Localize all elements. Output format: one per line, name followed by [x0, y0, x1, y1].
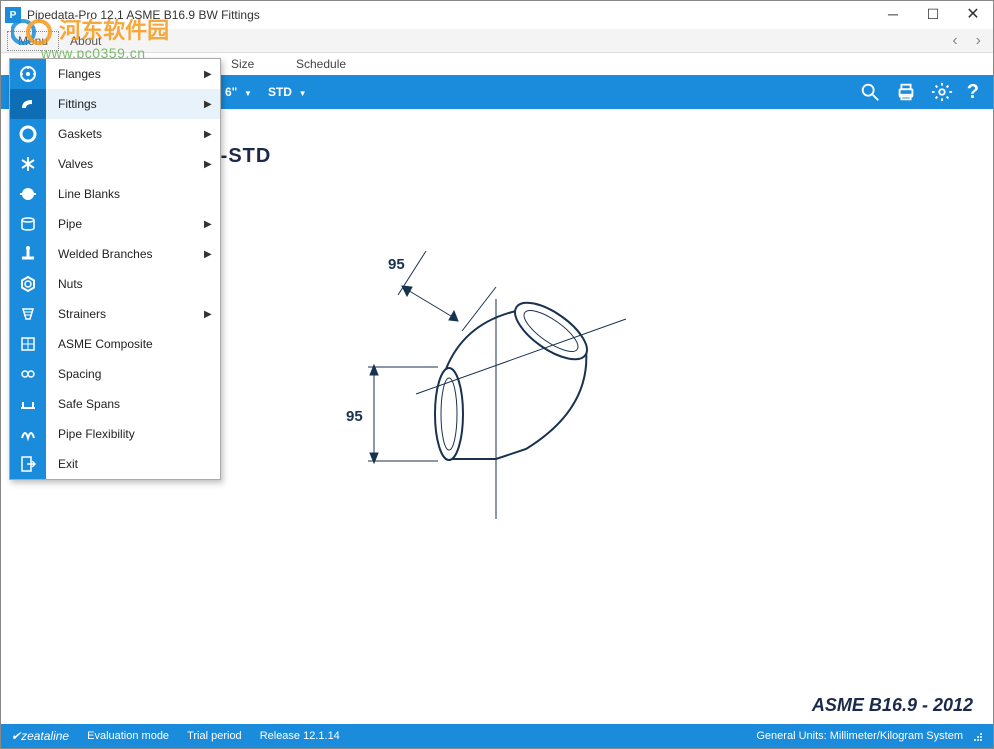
menu-item-spacing[interactable]: Spacing: [10, 359, 220, 389]
trial-label: Trial period: [187, 730, 242, 742]
main-menu-dropdown: Flanges▶Fittings▶Gaskets▶Valves▶Line Bla…: [9, 58, 221, 480]
menu-item-label: Gaskets: [50, 127, 204, 141]
gasket-icon: [10, 119, 46, 149]
nut-icon: [10, 269, 46, 299]
menu-item-label: Spacing: [50, 367, 204, 381]
print-icon[interactable]: [895, 81, 917, 103]
menu-item-label: Pipe Flexibility: [50, 427, 204, 441]
dimension-left: 95: [346, 408, 363, 425]
menu-item-safe-spans[interactable]: Safe Spans: [10, 389, 220, 419]
brand-label: ✔zeataline: [11, 729, 69, 743]
menu-item-welded-branches[interactable]: Welded Branches▶: [10, 239, 220, 269]
help-icon[interactable]: ?: [967, 81, 979, 104]
blank-icon: [10, 179, 46, 209]
menu-item-fittings[interactable]: Fittings▶: [10, 89, 220, 119]
window-title: Pipedata-Pro 12.1 ASME B16.9 BW Fittings: [27, 8, 260, 22]
menu-item-menu[interactable]: Menu: [7, 31, 59, 51]
schedule-selector[interactable]: STD ▼: [268, 85, 307, 99]
mode-label: Evaluation mode: [87, 730, 169, 742]
valve-icon: [10, 149, 46, 179]
menu-item-label: Strainers: [50, 307, 204, 321]
menu-item-label: ASME Composite: [50, 337, 204, 351]
menu-item-asme-composite[interactable]: ASME Composite: [10, 329, 220, 359]
size-selector[interactable]: 6" ▼: [225, 85, 252, 99]
menu-item-label: Fittings: [50, 97, 204, 111]
composite-icon: [10, 329, 46, 359]
fitting-drawing: 95 95: [346, 239, 666, 559]
gear-icon[interactable]: [931, 81, 953, 103]
exit-icon: [10, 449, 46, 479]
menu-item-label: Pipe: [50, 217, 204, 231]
menu-item-strainers[interactable]: Strainers▶: [10, 299, 220, 329]
size-label: Size: [231, 57, 254, 71]
menu-item-pipe[interactable]: Pipe▶: [10, 209, 220, 239]
submenu-arrow-icon: ▶: [204, 99, 220, 110]
units-label: General Units: Millimeter/Kilogram Syste…: [756, 730, 963, 742]
menu-item-label: Line Blanks: [50, 187, 204, 201]
menu-item-exit[interactable]: Exit: [10, 449, 220, 479]
title-bar: P Pipedata-Pro 12.1 ASME B16.9 BW Fittin…: [1, 1, 993, 29]
menu-item-label: Flanges: [50, 67, 204, 81]
submenu-arrow-icon: ▶: [204, 159, 220, 170]
branch-icon: [10, 239, 46, 269]
menu-bar: Menu About ‹ ›: [1, 29, 993, 53]
search-icon[interactable]: [859, 81, 881, 103]
submenu-arrow-icon: ▶: [204, 129, 220, 140]
menu-item-flanges[interactable]: Flanges▶: [10, 59, 220, 89]
spec-label: ASME B16.9 - 2012: [812, 695, 973, 716]
submenu-arrow-icon: ▶: [204, 219, 220, 230]
menu-item-label: Nuts: [50, 277, 204, 291]
menu-item-pipe-flexibility[interactable]: Pipe Flexibility: [10, 419, 220, 449]
submenu-arrow-icon: ▶: [204, 249, 220, 260]
nav-forward-button[interactable]: ›: [970, 32, 987, 50]
submenu-arrow-icon: ▶: [204, 69, 220, 80]
span-icon: [10, 389, 46, 419]
nav-back-button[interactable]: ‹: [946, 32, 963, 50]
strainer-icon: [10, 299, 46, 329]
menu-item-label: Valves: [50, 157, 204, 171]
schedule-label: Schedule: [296, 57, 346, 71]
status-bar: ✔zeataline Evaluation mode Trial period …: [1, 724, 993, 748]
menu-item-label: Safe Spans: [50, 397, 204, 411]
menu-item-line-blanks[interactable]: Line Blanks: [10, 179, 220, 209]
app-icon: P: [5, 7, 21, 23]
release-label: Release 12.1.14: [260, 730, 340, 742]
spacing-icon: [10, 359, 46, 389]
maximize-button[interactable]: ☐: [913, 1, 953, 27]
menu-item-nuts[interactable]: Nuts: [10, 269, 220, 299]
dimension-top: 95: [388, 256, 405, 273]
pipe-icon: [10, 209, 46, 239]
close-button[interactable]: ✕: [953, 1, 993, 27]
minimize-button[interactable]: ─: [873, 1, 913, 27]
flex-icon: [10, 419, 46, 449]
resize-grip-icon[interactable]: [971, 730, 983, 742]
fitting-icon: [10, 89, 46, 119]
menu-item-label: Welded Branches: [50, 247, 204, 261]
flange-icon: [10, 59, 46, 89]
menu-item-valves[interactable]: Valves▶: [10, 149, 220, 179]
submenu-arrow-icon: ▶: [204, 309, 220, 320]
menu-item-label: Exit: [50, 457, 204, 471]
menu-item-gaskets[interactable]: Gaskets▶: [10, 119, 220, 149]
menu-item-about[interactable]: About: [59, 31, 112, 51]
